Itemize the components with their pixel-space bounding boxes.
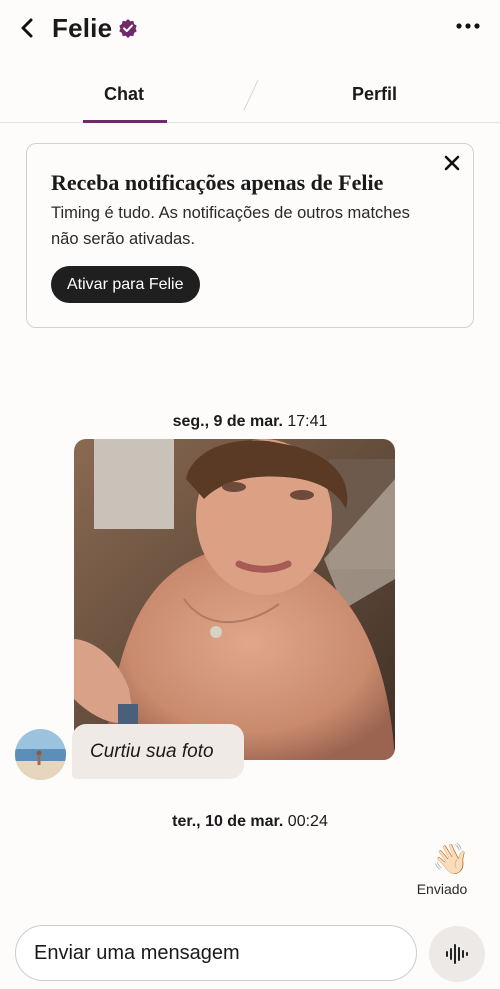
sent-status: Enviado: [416, 881, 468, 897]
beach-avatar[interactable]: [15, 729, 66, 780]
tab-divider: [243, 79, 259, 111]
date-separator-day: seg., 9 de mar.: [172, 413, 283, 430]
notification-card-title: Receba notificações apenas de Felie: [51, 170, 384, 195]
close-icon[interactable]: [443, 154, 461, 172]
notification-card-body: Timing é tudo. As notificações de outros…: [51, 204, 410, 248]
voice-waveform-icon: [446, 944, 468, 964]
waving-hand-message[interactable]: 👋🏻: [432, 842, 469, 878]
date-separator-day: ter., 10 de mar.: [172, 813, 284, 830]
message-input[interactable]: [15, 925, 417, 981]
active-tab-indicator: [83, 120, 167, 123]
tab-bar: Chat Perfil: [0, 70, 500, 123]
verified-badge-icon: [119, 19, 137, 38]
more-horizontal-icon[interactable]: [454, 14, 482, 38]
match-name: Felie: [52, 12, 113, 43]
date-separator: ter., 10 de mar. 00:24: [0, 813, 500, 831]
tab-chat[interactable]: Chat: [104, 84, 144, 105]
date-separator-time: 00:24: [287, 813, 328, 830]
tab-perfil[interactable]: Perfil: [352, 84, 397, 105]
header-title-group[interactable]: Felie: [52, 10, 138, 46]
enable-notifications-button[interactable]: Ativar para Felie: [51, 266, 200, 303]
voice-message-button[interactable]: [429, 926, 485, 982]
shirtless-selfie-photo[interactable]: [74, 439, 395, 760]
date-separator-time: 17:41: [287, 413, 328, 430]
notification-opt-in-card: Receba notificações apenas de Felie Timi…: [26, 143, 474, 328]
liked-photo-bubble: Curtiu sua foto: [72, 724, 244, 779]
chevron-left-icon[interactable]: [14, 14, 42, 42]
top-bar: Felie: [0, 0, 500, 58]
date-separator: seg., 9 de mar. 17:41: [0, 413, 500, 431]
liked-photo-text: Curtiu sua foto: [90, 740, 214, 762]
